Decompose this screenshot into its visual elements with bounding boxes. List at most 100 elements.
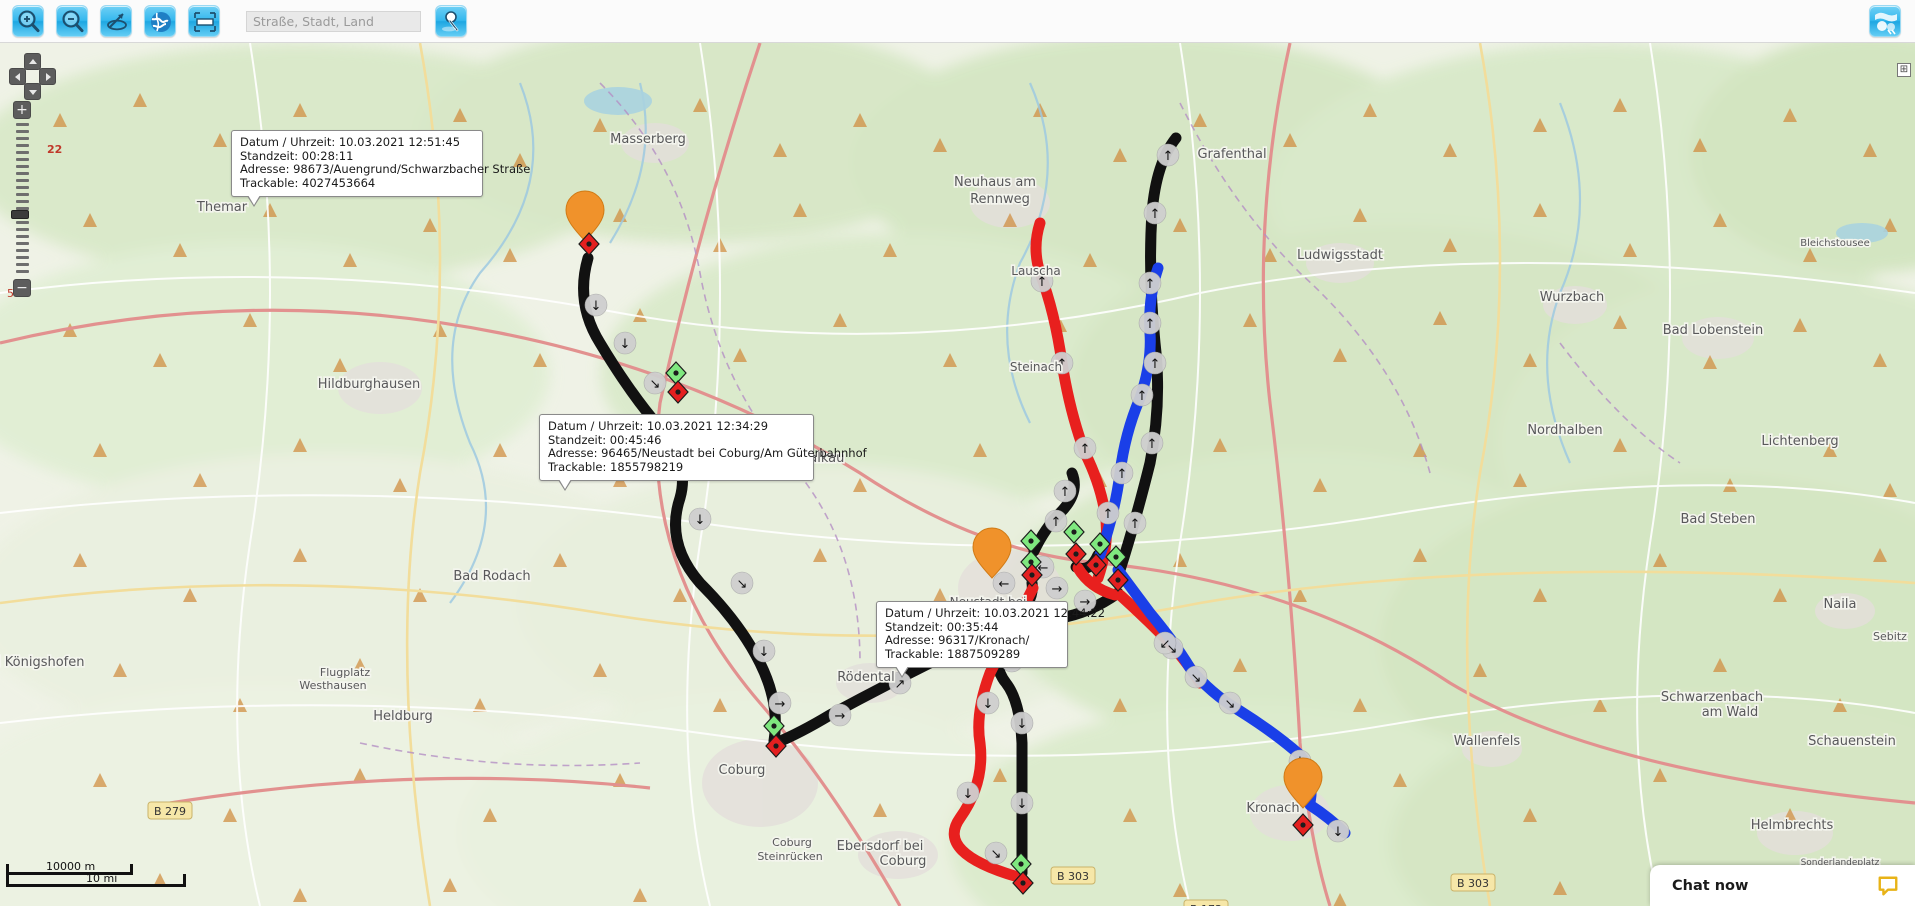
tooltip-line-trackable: Trackable: 1887509289	[885, 646, 1021, 661]
globe-tool-button[interactable]	[144, 5, 176, 37]
zoom-out-button[interactable]: −	[13, 279, 31, 297]
fit-extent-tool-button[interactable]	[188, 5, 220, 37]
zoom-tick[interactable]	[16, 172, 29, 175]
tooltip-line-adresse: Adresse: 98673/Auengrund/Schwarzbacher S…	[240, 162, 531, 177]
svg-text:↓: ↓	[1295, 755, 1306, 770]
tooltip-tail	[895, 666, 909, 679]
map-corner-expand-button[interactable]: ⊞	[1897, 63, 1911, 77]
svg-text:↓: ↓	[1017, 797, 1028, 812]
zoom-slider-track[interactable]	[16, 123, 29, 275]
svg-text:↑: ↑	[1051, 515, 1062, 530]
zoom-out-tool-button[interactable]	[56, 5, 88, 37]
svg-text:↑: ↑	[1147, 437, 1158, 452]
zoom-tick[interactable]	[16, 186, 29, 189]
search-go-button[interactable]	[435, 5, 467, 37]
pan-up-button[interactable]	[24, 53, 41, 70]
tooltip-line-standzeit: Standzeit: 00:28:11	[240, 148, 354, 163]
svg-text:↑: ↑	[1103, 507, 1114, 522]
svg-text:↑: ↑	[1145, 277, 1156, 292]
stop-info-tooltip[interactable]: Datum / Uhrzeit: 10.03.2021 12:34:29 Sta…	[539, 414, 867, 492]
zoom-tick[interactable]	[16, 158, 29, 161]
zoom-in-tool-button[interactable]	[12, 5, 44, 37]
svg-text:↘: ↘	[737, 577, 748, 592]
svg-text:↘: ↘	[1191, 671, 1202, 686]
zoom-tick[interactable]	[16, 144, 29, 147]
scale-imperial-label: 10 mi	[86, 872, 118, 885]
zoom-tick[interactable]	[16, 270, 29, 273]
pan-tool-button[interactable]	[100, 5, 132, 37]
zoom-tick[interactable]	[16, 228, 29, 231]
svg-text:→: →	[1052, 582, 1063, 597]
tooltip-tail	[558, 479, 572, 492]
zoom-tick[interactable]	[16, 179, 29, 182]
top-toolbar	[0, 0, 1915, 43]
map-viewport[interactable]: ↓↓ ↘↓ ↓↘ ↓→ →↗ ↗↑ ↑↑ ←← →→ ↓↓ ↓ ↓↓ ↘ ↑↑ …	[0, 43, 1915, 906]
zoom-tick[interactable]	[16, 242, 29, 245]
stop-info-tooltip[interactable]: Datum / Uhrzeit: 10.03.2021 12:44:22 Sta…	[876, 601, 1106, 679]
pan-control[interactable]	[9, 53, 57, 101]
tooltip-line-datum: Datum / Uhrzeit: 10.03.2021 12:51:45	[240, 135, 461, 149]
zoom-tick[interactable]	[16, 263, 29, 266]
zoom-tick[interactable]	[16, 151, 29, 154]
svg-text:↘: ↘	[991, 847, 1002, 862]
svg-text:←: ←	[999, 577, 1010, 592]
magnifier-minus-icon	[62, 10, 84, 33]
svg-text:↓: ↓	[695, 513, 706, 528]
svg-text:↓: ↓	[1333, 825, 1344, 840]
svg-text:↓: ↓	[620, 337, 631, 352]
tooltip-line-adresse: Adresse: 96317/Kronach/	[885, 633, 1030, 648]
zoom-tick[interactable]	[16, 123, 29, 126]
scale-cap-middle	[130, 864, 133, 875]
map-scale-bar: 10000 m 10 mi	[6, 860, 186, 888]
pan-down-button[interactable]	[24, 83, 41, 100]
chat-now-label: Chat now	[1672, 877, 1749, 894]
fit-extent-icon	[194, 12, 216, 32]
zoom-in-button[interactable]: +	[13, 101, 31, 119]
zoom-level-label: 22	[47, 143, 63, 156]
tooltip-line-trackable: Trackable: 1855798219	[548, 459, 684, 474]
tooltip-line-adresse: Adresse: 96465/Neustadt bei Coburg/Am Gü…	[548, 446, 867, 461]
zoom-tick[interactable]	[16, 221, 29, 224]
svg-text:←: ←	[1038, 561, 1049, 576]
zoom-tick[interactable]	[16, 165, 29, 168]
svg-text:→: →	[835, 709, 846, 724]
globe-icon	[151, 12, 171, 32]
magnifier-plus-icon	[18, 10, 40, 33]
pan-left-button[interactable]	[9, 68, 26, 85]
search-input[interactable]	[246, 10, 421, 32]
zoom-tick[interactable]	[16, 130, 29, 133]
zoom-level-min-label: 5	[7, 287, 14, 300]
svg-text:↓: ↓	[1017, 717, 1028, 732]
zoom-tick[interactable]	[16, 256, 29, 259]
svg-text:↑: ↑	[1130, 517, 1141, 532]
chat-bubble-icon[interactable]	[1877, 875, 1899, 897]
zoom-tick[interactable]	[16, 235, 29, 238]
stop-info-tooltip[interactable]: Datum / Uhrzeit: 10.03.2021 12:51:45 Sta…	[231, 130, 531, 208]
svg-text:↗: ↗	[895, 677, 906, 692]
tooltip-line-datum: Datum / Uhrzeit: 10.03.2021 12:34:29	[548, 419, 769, 433]
svg-text:↑: ↑	[1037, 275, 1048, 290]
zoom-tick[interactable]	[16, 200, 29, 203]
zoom-tick[interactable]	[16, 193, 29, 196]
tooltip-line-trackable: Trackable: 4027453664	[240, 175, 376, 190]
zoom-slider-control[interactable]: + − 22 5	[7, 101, 62, 300]
zoom-tick[interactable]	[16, 249, 29, 252]
pan-arrow-icon	[107, 13, 127, 31]
scale-cap-left	[6, 864, 9, 886]
svg-text:↑: ↑	[1163, 149, 1174, 164]
pan-right-button[interactable]	[39, 68, 56, 85]
tooltip-line-datum: Datum / Uhrzeit: 10.03.2021 12:44:22	[885, 606, 1106, 620]
svg-text:↑: ↑	[1150, 207, 1161, 222]
tooltip-tail	[247, 195, 261, 208]
zoom-slider-handle[interactable]	[11, 210, 29, 219]
tooltip-line-standzeit: Standzeit: 00:35:44	[885, 619, 999, 634]
svg-text:↑: ↑	[1150, 357, 1161, 372]
svg-text:↓: ↓	[963, 787, 974, 802]
svg-text:↓: ↓	[591, 299, 602, 314]
svg-text:↓: ↓	[983, 697, 994, 712]
map-pin-search-icon	[442, 11, 459, 32]
layers-weather-button[interactable]	[1869, 5, 1901, 37]
chat-now-widget[interactable]: Chat now	[1650, 865, 1915, 906]
zoom-tick[interactable]	[16, 137, 29, 140]
svg-text:→: →	[775, 697, 786, 712]
